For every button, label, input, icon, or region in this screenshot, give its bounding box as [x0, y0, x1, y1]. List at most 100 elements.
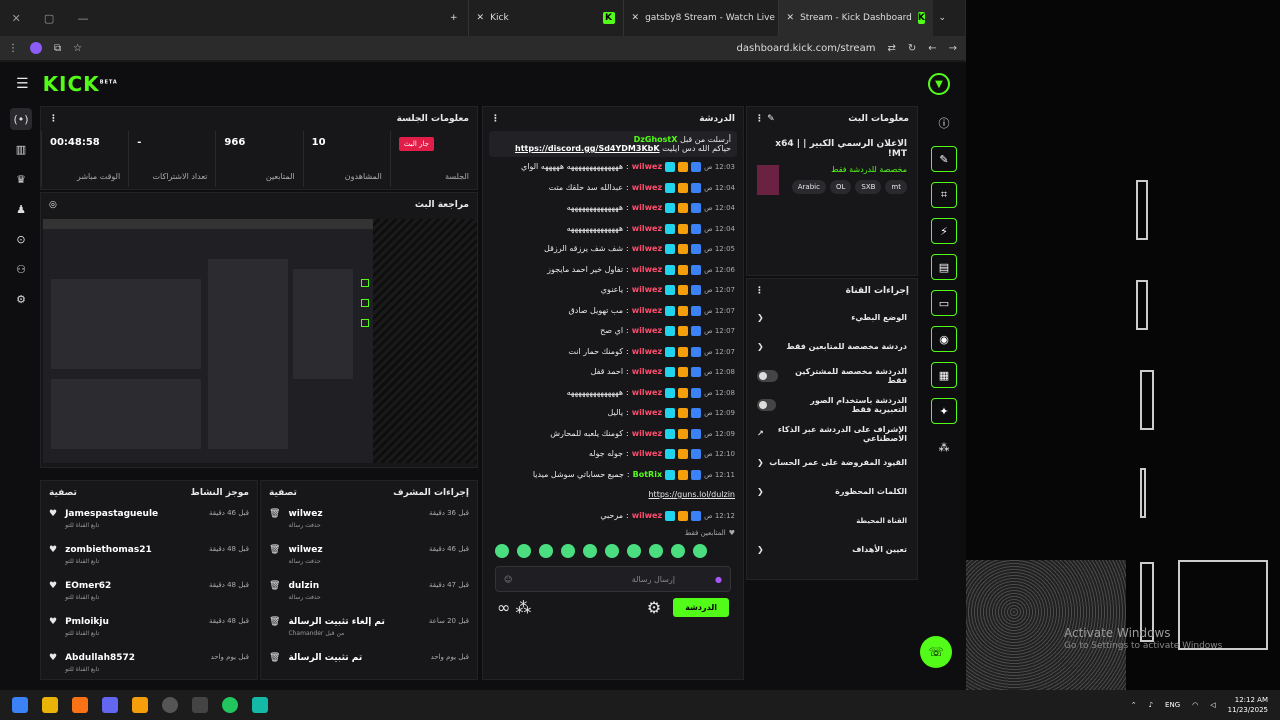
app-icon[interactable]: [72, 697, 88, 713]
extensions-icon[interactable]: ⧉: [54, 43, 61, 54]
chat-message[interactable]: 12:09 ص wilwez: ياليل: [483, 403, 743, 424]
chat-message-link[interactable]: https://guns.lol/dulzin: [483, 485, 743, 506]
tag[interactable]: mt: [885, 180, 907, 194]
maximize-icon[interactable]: ▢: [44, 12, 54, 25]
emote-icon[interactable]: [517, 544, 531, 558]
chrome-icon[interactable]: [222, 697, 238, 713]
message-user[interactable]: wilwez: [632, 506, 662, 527]
toggle-switch[interactable]: [757, 398, 776, 411]
wifi-icon[interactable]: ◠: [1192, 701, 1198, 709]
channel-action-row[interactable]: الإشراف على الدردشة عبر الذكاء الاصطناعي…: [747, 419, 917, 448]
message-user[interactable]: BotRix: [633, 465, 662, 486]
message-user[interactable]: wilwez: [632, 403, 662, 424]
emote-icon[interactable]: [605, 544, 619, 558]
channel-action-row[interactable]: القيود المفروضة على عمر الحساب ❮: [747, 448, 917, 477]
menu-icon[interactable]: ⋮: [8, 43, 18, 54]
language-indicator[interactable]: ENG: [1165, 701, 1180, 709]
site-settings-icon[interactable]: ⇄: [887, 43, 895, 54]
emote-icon[interactable]: [539, 544, 553, 558]
message-user[interactable]: wilwez: [632, 321, 662, 342]
close-icon[interactable]: ✕: [632, 13, 640, 23]
forward-icon[interactable]: →: [949, 43, 957, 54]
tab-gatsby8[interactable]: ✕gatsby8 Stream - Watch Live onK: [622, 0, 778, 36]
chat-message[interactable]: 12:09 ص wilwez: كومنك يلعبه للمحارش: [483, 424, 743, 445]
chat-message[interactable]: 12:04 ص wilwez: ههههههههههههههه: [483, 198, 743, 219]
chat-message[interactable]: 12:07 ص wilwez: مب تهويل صادق: [483, 301, 743, 322]
message-user[interactable]: wilwez: [632, 362, 662, 383]
profile-icon[interactable]: [30, 42, 42, 54]
close-icon[interactable]: ✕: [787, 13, 795, 23]
chat-message[interactable]: 12:07 ص wilwez: ياعنوي: [483, 280, 743, 301]
message-user[interactable]: wilwez: [632, 157, 662, 178]
list-item[interactable]: ♥ EOmer62 تابع القناة للتو قبل 48 دقيقة: [49, 581, 249, 617]
share-icon[interactable]: ⁂: [931, 434, 957, 460]
send-button[interactable]: الدردشة: [673, 598, 729, 617]
app-icon[interactable]: [132, 697, 148, 713]
pinned-user[interactable]: DzGhostX: [634, 135, 678, 144]
list-item[interactable]: ♥ Abdullah8572 تابع القناة للتو قبل يوم واح…: [49, 653, 249, 689]
chat-message[interactable]: 12:03 ص wilwez: ههههههههههههههه هههههه الو…: [483, 157, 743, 178]
users-icon[interactable]: ⚇: [10, 258, 32, 280]
chat-message[interactable]: 12:07 ص wilwez: كومنك حمار انت: [483, 342, 743, 363]
chat-message[interactable]: 12:08 ص wilwez: ههههههههههههههه: [483, 383, 743, 404]
chevron-up-icon[interactable]: ⌃: [1131, 701, 1137, 709]
emote-icon[interactable]: [693, 544, 707, 558]
message-user[interactable]: wilwez: [632, 239, 662, 260]
message-user[interactable]: wilwez: [632, 260, 662, 281]
toggle-switch[interactable]: [757, 369, 779, 382]
channel-action-row[interactable]: الوضع البطيء ❮: [747, 303, 917, 332]
chat-message[interactable]: 12:11 ص BotRix: جميع حساباتي سوشل ميديا: [483, 465, 743, 486]
app-icon[interactable]: [192, 697, 208, 713]
pinned-link[interactable]: https://discord.gg/Sd4YDM3KbK: [515, 144, 660, 153]
lightning-icon[interactable]: ⚡: [931, 218, 957, 244]
chat-message[interactable]: 12:06 ص wilwez: تفاول خير احمد مايجوز: [483, 260, 743, 281]
chat-message[interactable]: 12:07 ص wilwez: اي صح: [483, 321, 743, 342]
message-user[interactable]: wilwez: [632, 383, 662, 404]
channel-action-row[interactable]: الدردشة مخصصة للمشتركين فقط: [747, 361, 917, 390]
settings-icon[interactable]: ⚙: [10, 288, 32, 310]
wrench-icon[interactable]: ✦: [931, 398, 957, 424]
hamburger-icon[interactable]: ☰: [16, 76, 29, 92]
chat-input[interactable]: ● إرسال رسالة ☺: [495, 566, 731, 592]
stream-icon[interactable]: (•): [10, 108, 32, 130]
discord-icon[interactable]: [102, 697, 118, 713]
message-user[interactable]: wilwez: [632, 342, 662, 363]
message-user[interactable]: wilwez: [632, 178, 662, 199]
windows-start-icon[interactable]: [12, 697, 28, 713]
tag[interactable]: OL: [829, 180, 852, 194]
minimize-icon[interactable]: —: [77, 12, 88, 25]
chat-message[interactable]: 12:12 ص wilwez: مرحبي: [483, 506, 743, 527]
edit-icon[interactable]: ✎: [931, 146, 957, 172]
chat-message[interactable]: 12:04 ص wilwez: عبدالله سد حلقك متت: [483, 178, 743, 199]
analytics-icon[interactable]: ▥: [10, 138, 32, 160]
message-user[interactable]: wilwez: [632, 219, 662, 240]
obs-icon[interactable]: [162, 697, 178, 713]
message-user[interactable]: wilwez: [632, 424, 662, 445]
tab-dashboard[interactable]: ✕ Stream - Kick Dashboard K: [777, 0, 933, 36]
list-item[interactable]: 🗑 dulzin حذفت رسالة قبل 47 دقيقة: [269, 581, 469, 617]
channel-action-row[interactable]: الدردشة باستخدام الصور التعبيرية فقط: [747, 390, 917, 419]
user-avatar-icon[interactable]: ▼: [928, 73, 950, 95]
tab-kick[interactable]: ✕ Kick K: [467, 0, 623, 36]
category-thumbnail[interactable]: [757, 165, 779, 195]
emote-icon[interactable]: [627, 544, 641, 558]
emote-icon[interactable]: [583, 544, 597, 558]
more-icon[interactable]: ⋮: [49, 114, 58, 124]
tag[interactable]: SXB: [855, 180, 882, 194]
message-user[interactable]: wilwez: [632, 444, 662, 465]
support-button[interactable]: ☏: [920, 636, 952, 668]
volume-icon[interactable]: ◁: [1210, 701, 1215, 709]
moderation-icon[interactable]: ⊙: [10, 228, 32, 250]
stream-preview[interactable]: [43, 219, 477, 463]
tag[interactable]: Arabic: [791, 180, 826, 194]
message-user[interactable]: wilwez: [632, 301, 662, 322]
emote-icon[interactable]: [649, 544, 663, 558]
url-field[interactable]: dashboard.kick.com/stream: [737, 43, 876, 54]
trophy-icon[interactable]: ♛: [10, 168, 32, 190]
more-icon[interactable]: ⋮: [755, 286, 764, 296]
info-icon[interactable]: ⓘ: [931, 110, 957, 136]
star-icon[interactable]: ☆: [73, 43, 82, 54]
emoji-icon[interactable]: ☺: [504, 575, 512, 584]
list-item[interactable]: 🗑 wilwez حذفت رسالة قبل 36 دقيقة: [269, 509, 469, 545]
chat-icon[interactable]: ▭: [931, 290, 957, 316]
